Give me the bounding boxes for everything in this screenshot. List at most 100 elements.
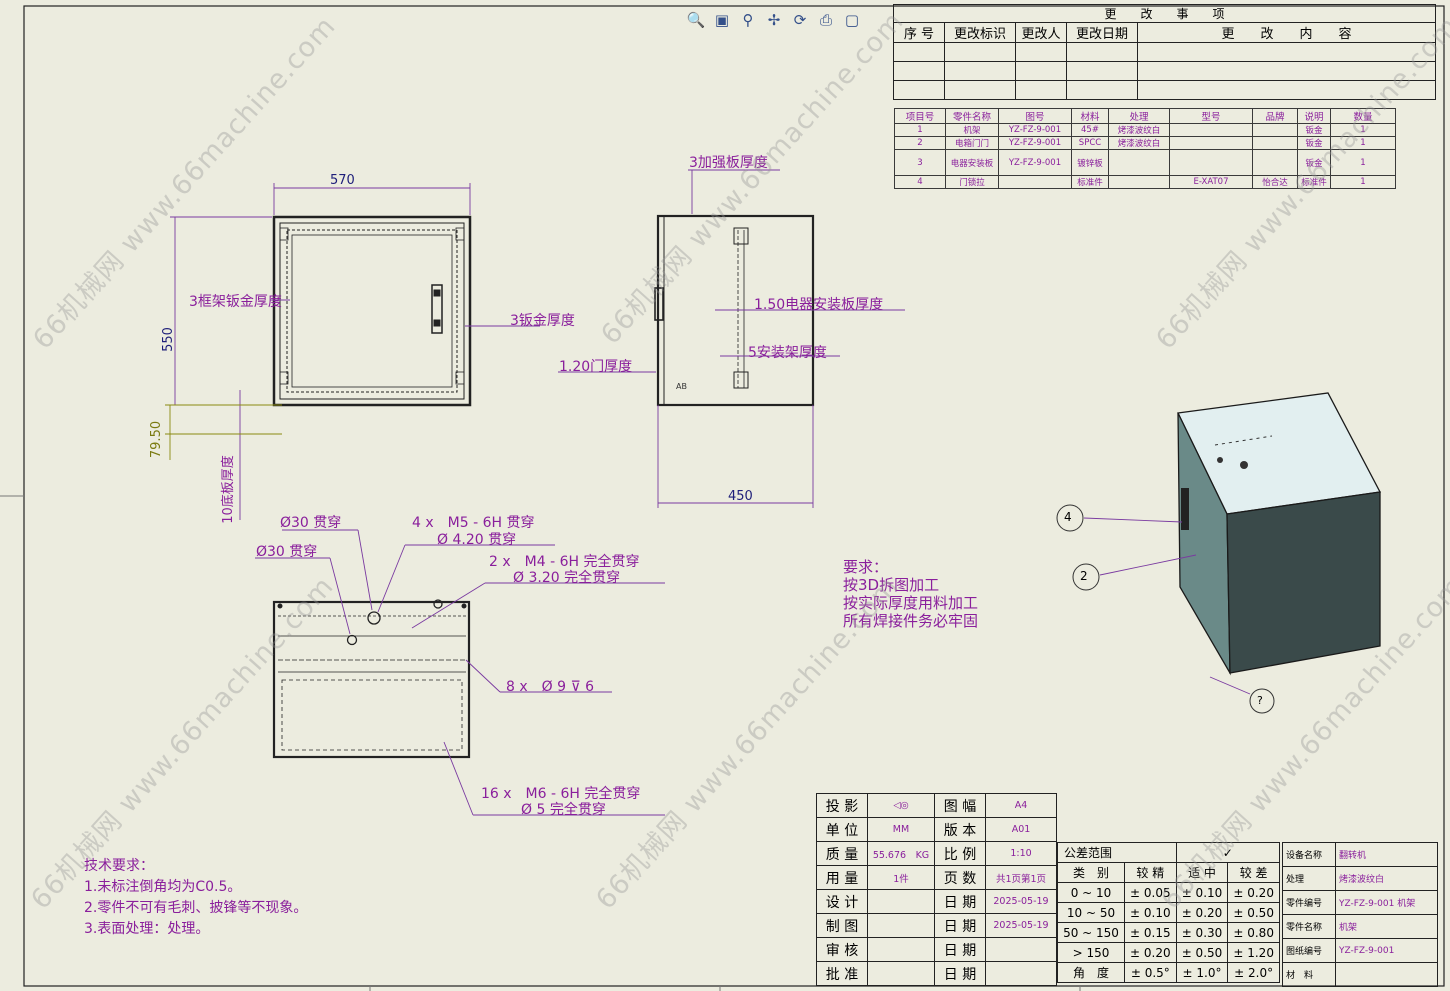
bom-header: 零件名称 — [945, 108, 999, 124]
check-mark-icon: ✓ — [1175, 842, 1281, 863]
bom-cell: 烤漆波纹白 — [1108, 136, 1170, 150]
bom-cell: YZ-FZ-9-001 — [998, 136, 1072, 150]
tb-label: 投 影 — [816, 793, 868, 818]
change-header: 更改人 — [1015, 22, 1067, 43]
tb-value — [867, 937, 935, 962]
bom-cell — [1169, 136, 1253, 150]
tb-label: 版 本 — [934, 817, 986, 842]
balloon-2: 2 — [1080, 569, 1088, 583]
tolerance-cell: ± 0.80 — [1227, 922, 1280, 943]
hole-callout-1: Ø30 贯穿 — [280, 515, 342, 531]
tolerance-cell: ± 0.50 — [1227, 902, 1280, 923]
bom-cell: YZ-FZ-9-001 — [998, 123, 1072, 137]
bom-header: 品牌 — [1252, 108, 1298, 124]
tolerance-cell: ± 0.50 — [1175, 942, 1229, 963]
tb-label: 审 核 — [816, 937, 868, 962]
bom-cell: 1 — [1330, 175, 1396, 189]
change-header: 更 改 内 容 — [1137, 22, 1436, 43]
drawing-sheet: 🔍 ▣ ⚲ ✢ ⟳ ⎙ ▢ 570 550 79.50 10底板厚度 3框架钣金… — [0, 0, 1450, 991]
tb-label: 单 位 — [816, 817, 868, 842]
print-icon[interactable]: ⎙ — [816, 10, 836, 30]
change-table-title: 更 改 事 项 — [893, 4, 1436, 23]
zoom-area-icon[interactable]: ⚲ — [738, 10, 758, 30]
bom-cell: 电器安装板 — [945, 149, 999, 176]
bom-cell — [1108, 175, 1170, 189]
dim-plate-thickness: 1.50电器安装板厚度 — [754, 297, 884, 313]
hole-callout-2: Ø30 贯穿 — [256, 544, 318, 560]
bom-header: 说明 — [1297, 108, 1331, 124]
tolerance-title: 公差范围 — [1057, 842, 1177, 863]
change-record-table: 更 改 事 项 序 号 更改标识 更改人 更改日期 更 改 内 容 — [893, 4, 1436, 100]
table-row: 3 电器安装板 YZ-FZ-9-001 镀锌板 钣金 1 — [894, 149, 1396, 176]
tb-value: A01 — [985, 817, 1057, 842]
info-label: 零件名称 — [1282, 914, 1336, 939]
info-value: YZ-FZ-9-001 机架 — [1335, 890, 1438, 915]
tolerance-cell: ± 0.15 — [1124, 922, 1177, 943]
tolerance-cell: > 150 — [1057, 942, 1125, 963]
bom-cell: 钣金 — [1297, 149, 1331, 176]
tolerance-table: 公差范围 ✓ 类 别较 精适 中较 差 0 ~ 10 ± 0.05 ± 0.10 ± 0… — [1057, 842, 1281, 983]
change-header: 更改日期 — [1066, 22, 1138, 43]
bom-cell: SPCC — [1071, 136, 1109, 150]
tolerance-cell: ± 1.20 — [1227, 942, 1280, 963]
tb-value: 1:10 — [985, 841, 1057, 866]
dim-door-thickness: 1.20门厚度 — [559, 359, 633, 375]
view-toolbar: 🔍 ▣ ⚲ ✢ ⟳ ⎙ ▢ — [686, 10, 862, 30]
bom-cell: 1 — [1330, 149, 1396, 176]
dim-front-width: 570 — [330, 173, 355, 188]
dim-side-width: 450 — [728, 489, 753, 504]
tolerance-cell: 10 ~ 50 — [1057, 902, 1125, 923]
zoom-fit-icon[interactable]: ▣ — [712, 10, 732, 30]
bom-cell: 45# — [1071, 123, 1109, 137]
bom-cell — [1252, 123, 1298, 137]
bom-cell — [1252, 136, 1298, 150]
tb-label: 日 期 — [934, 913, 986, 938]
dim-rib-thickness: 3加强板厚度 — [689, 155, 768, 171]
tolerance-cell: ± 0.20 — [1175, 902, 1229, 923]
hole-callout-5: 8 x Ø 9 ⊽ 6 — [506, 679, 595, 695]
tolerance-cell: 50 ~ 150 — [1057, 922, 1125, 943]
dim-sheet-thickness: 3钣金厚度 — [510, 313, 575, 329]
tb-value: 55.676 KG — [867, 841, 935, 866]
bom-cell: 1 — [1330, 123, 1396, 137]
bom-cell — [1252, 149, 1298, 176]
tb-value: 1件 — [867, 865, 935, 890]
tech-line: 1.未标注倒角均为C0.5。 — [84, 879, 242, 895]
tolerance-cell: 0 ~ 10 — [1057, 882, 1125, 903]
bom-header: 处理 — [1108, 108, 1170, 124]
tolerance-header: 适 中 — [1175, 862, 1229, 883]
tolerance-cell: ± 2.0° — [1227, 962, 1280, 983]
requirements-line: 按实际厚度用料加工 — [843, 594, 979, 612]
bom-cell: 钣金 — [1297, 136, 1331, 150]
tech-title: 技术要求： — [84, 858, 154, 874]
bom-cell: 钣金 — [1297, 123, 1331, 137]
zoom-in-icon[interactable]: 🔍 — [686, 10, 706, 30]
tb-value: 2025-05-19 — [985, 913, 1057, 938]
tb-value — [867, 913, 935, 938]
bom-cell — [998, 175, 1072, 189]
info-label: 零件编号 — [1282, 890, 1336, 915]
bom-cell — [1169, 149, 1253, 176]
pan-icon[interactable]: ✢ — [764, 10, 784, 30]
requirements-title: 要求： — [843, 558, 889, 576]
hole-callout-4b: Ø 3.20 完全贯穿 — [513, 570, 621, 586]
hole-callout-3b: Ø 4.20 贯穿 — [437, 532, 517, 548]
dim-base-height: 79.50 — [149, 420, 165, 459]
rotate-icon[interactable]: ⟳ — [790, 10, 810, 30]
tb-label: 页 数 — [934, 865, 986, 890]
bom-cell: 门锁拉 — [945, 175, 999, 189]
view-cube-icon[interactable]: ▢ — [842, 10, 862, 30]
bom-cell: E-XAT07 — [1169, 175, 1253, 189]
tb-value — [867, 889, 935, 914]
tb-label: 日 期 — [934, 961, 986, 986]
tb-label: 设 计 — [816, 889, 868, 914]
bom-cell: 机架 — [945, 123, 999, 137]
bom-cell: 3 — [894, 149, 946, 176]
dim-front-height: 550 — [160, 327, 176, 352]
bom-cell: 标准件 — [1297, 175, 1331, 189]
bom-header: 项目号 — [894, 108, 946, 124]
top-view — [272, 599, 471, 759]
table-row: 1 机架 YZ-FZ-9-001 45# 烤漆波纹白 钣金 1 — [894, 123, 1396, 137]
hole-callout-6b: Ø 5 完全贯穿 — [521, 802, 606, 818]
tb-value — [985, 937, 1057, 962]
